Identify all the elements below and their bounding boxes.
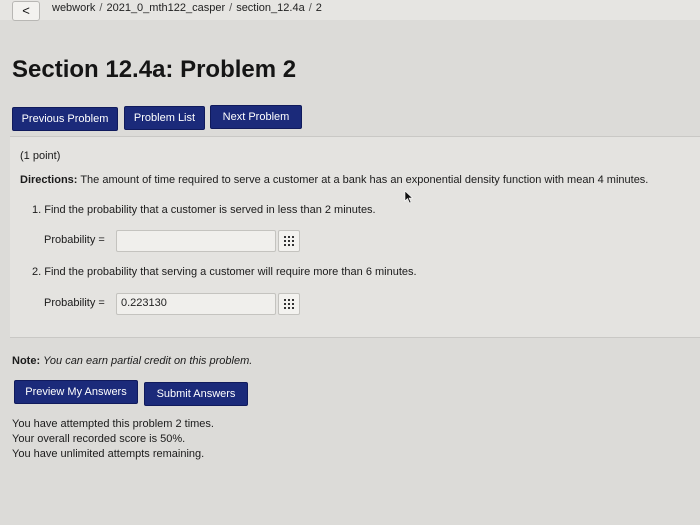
preview-answers-button[interactable]: Preview My Answers [14,380,138,404]
answer-2-value: 0.223130 [121,297,167,309]
breadcrumb-item-webwork[interactable]: webwork [52,2,95,14]
note: Note: You can earn partial credit on thi… [12,355,252,367]
equation-editor-2-button[interactable] [278,293,300,315]
points-label: (1 point) [20,150,61,162]
score-text: Your overall recorded score is 50%. [12,433,186,445]
grid-icon [284,236,294,246]
breadcrumb-item-course[interactable]: 2021_0_mth122_casper [106,2,225,14]
question-1: 1. Find the probability that a customer … [32,204,376,216]
chevron-left-icon: < [22,3,30,18]
answer-1-input[interactable] [116,230,276,252]
submit-answers-button[interactable]: Submit Answers [144,382,248,406]
previous-problem-button[interactable]: Previous Problem [12,107,118,131]
note-label: Note: [12,355,41,367]
page-title: Section 12.4a: Problem 2 [12,56,297,83]
equation-editor-1-button[interactable] [278,230,300,252]
attempts-text: You have attempted this problem 2 times. [12,418,214,430]
answer-2-label: Probability = [44,297,105,309]
answer-1-label: Probability = [44,234,105,246]
next-problem-button[interactable]: Next Problem [210,105,302,129]
problem-list-button[interactable]: Problem List [124,106,205,130]
directions-text: The amount of time required to serve a c… [80,174,649,186]
mouse-cursor-icon [404,190,414,204]
breadcrumb: webwork/2021_0_mth122_casper / section_12.… [52,2,322,14]
problem-box [10,136,700,338]
note-text: You can earn partial credit on this prob… [43,355,253,367]
directions-label: Directions: [20,174,78,186]
breadcrumb-item-section[interactable]: section_12.4a [236,2,305,14]
directions: Directions: The amount of time required … [20,174,648,186]
top-bar: < webwork/2021_0_mth122_casper / section_1… [0,0,700,21]
answer-2-input[interactable]: 0.223130 [116,293,276,315]
back-button[interactable]: < [12,1,40,21]
remaining-attempts-text: You have unlimited attempts remaining. [12,448,205,460]
breadcrumb-item-problem: 2 [315,2,322,14]
grid-icon [284,299,294,309]
question-2: 2. Find the probability that serving a c… [32,266,417,278]
